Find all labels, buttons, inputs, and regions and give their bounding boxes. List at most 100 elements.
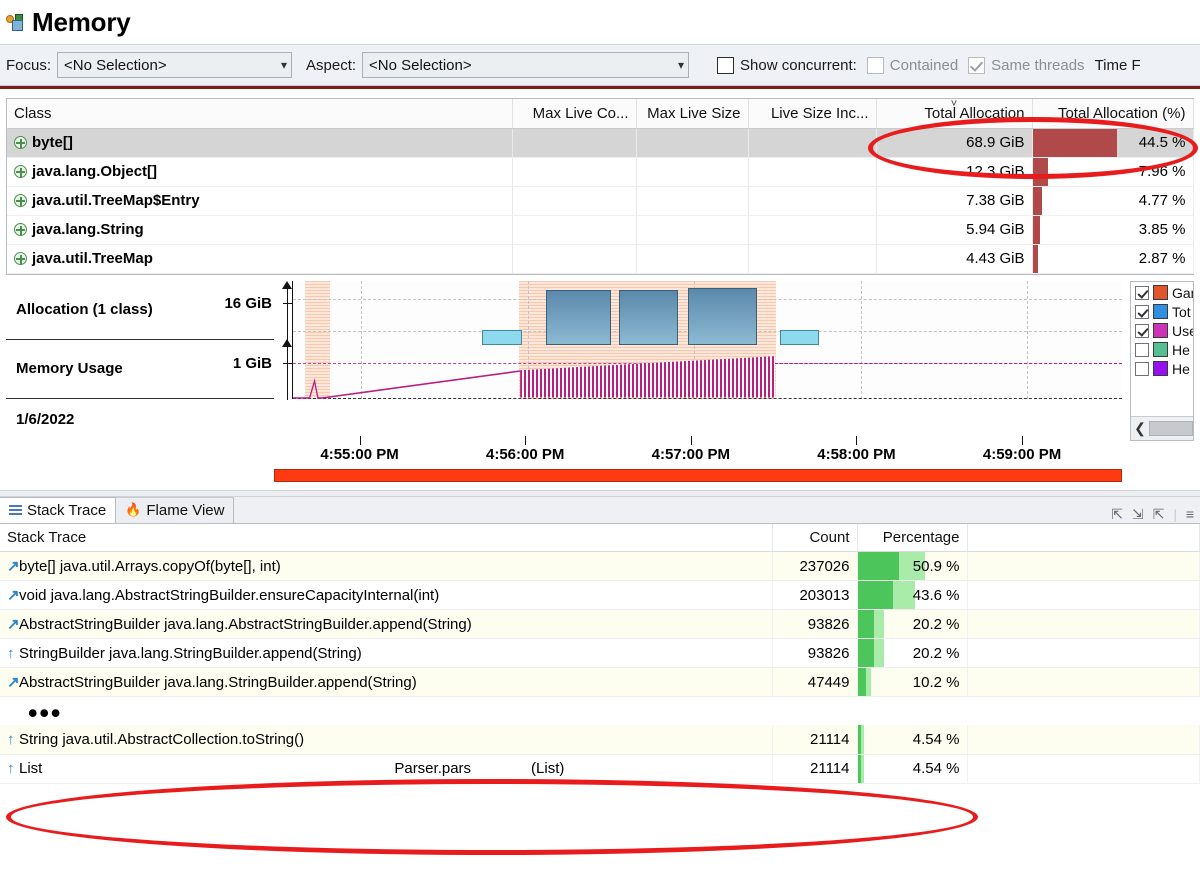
scroll-thumb[interactable] bbox=[1149, 420, 1193, 436]
tab-flame-view[interactable]: 🔥 Flame View bbox=[116, 496, 235, 523]
stack-trace-row[interactable]: ↑ String java.util.AbstractCollection.toS… bbox=[0, 725, 1200, 755]
cell-total-allocation-pct: 4.77 % bbox=[1032, 186, 1194, 216]
cell-max-live-size bbox=[636, 186, 749, 216]
focus-select[interactable]: <No Selection> ▾ bbox=[57, 52, 293, 78]
col-stack-trace[interactable]: Stack Trace bbox=[0, 523, 773, 552]
x-tick-label: 4:55:00 PM bbox=[320, 445, 399, 463]
legend-hscrollbar[interactable]: ❮ bbox=[1131, 415, 1193, 440]
cell-live-size-inc bbox=[748, 157, 877, 187]
tree-icon[interactable]: ≡ bbox=[1186, 506, 1194, 522]
lane-allocation-label: Allocation (1 class) bbox=[16, 301, 153, 318]
tab-stack-trace[interactable]: Stack Trace bbox=[0, 496, 117, 523]
stack-trace-row[interactable]: ↑ StringBuilder java.lang.StringBuilder.a… bbox=[0, 638, 1200, 668]
allocation-timeline: Allocation (1 class) Memory Usage 1/6/20… bbox=[6, 280, 1194, 441]
stack-trace-text-mid: Parser.pars bbox=[394, 760, 472, 777]
stack-trace-row[interactable]: ↑ List Parser.pars (List) 21114 4.54 % bbox=[0, 754, 1200, 784]
col-class[interactable]: Class bbox=[7, 99, 513, 129]
table-row[interactable]: java.util.TreeMap$Entry 7.38 GiB 4.77 % bbox=[7, 186, 1194, 216]
legend-item[interactable]: Use bbox=[1131, 320, 1193, 339]
stack-trace-row[interactable]: ↗byte[] java.util.Arrays.copyOf(byte[], … bbox=[0, 551, 1200, 581]
cell-count: 93826 bbox=[772, 609, 858, 639]
list-icon bbox=[9, 503, 22, 517]
legend-item[interactable]: Tot bbox=[1131, 301, 1193, 320]
stack-trace-row[interactable]: ↗AbstractStringBuilder java.lang.StringB… bbox=[0, 667, 1200, 697]
cell-class: java.util.TreeMap$Entry bbox=[7, 186, 513, 216]
legend-color-swatch bbox=[1153, 342, 1168, 357]
cell-total-allocation-pct: 44.5 % bbox=[1032, 128, 1194, 158]
legend-checkbox[interactable] bbox=[1135, 304, 1149, 319]
col-live-size-inc[interactable]: Live Size Inc... bbox=[748, 99, 877, 129]
legend-checkbox[interactable] bbox=[1135, 361, 1149, 376]
x-tick-mark bbox=[690, 435, 692, 445]
class-table-body: byte[] 68.9 GiB 44.5 % java.lang.Object[] 12… bbox=[7, 128, 1194, 274]
sort-indicator: ˅ bbox=[950, 99, 958, 110]
legend-checkbox[interactable] bbox=[1135, 323, 1149, 338]
stack-trace-table: Stack Trace Count Percentage ↗byte[] jav… bbox=[0, 523, 1200, 697]
show-concurrent-checkbox[interactable]: Show concurrent: bbox=[717, 56, 857, 74]
cell-total-allocation: 12.3 GiB bbox=[876, 157, 1033, 187]
cell-stack-trace: ↗AbstractStringBuilder java.lang.StringB… bbox=[0, 667, 773, 697]
table-row[interactable]: java.lang.Object[] 12.3 GiB 7.96 % bbox=[7, 157, 1194, 187]
contained-checkbox[interactable]: Contained bbox=[866, 56, 958, 74]
same-threads-label: Same threads bbox=[991, 56, 1085, 74]
col-total-allocation-label: Total Allocation bbox=[924, 104, 1025, 122]
chevron-down-icon: ▾ bbox=[280, 58, 288, 72]
x-tick-mark bbox=[1022, 435, 1024, 445]
col-max-live-count[interactable]: Max Live Co... bbox=[512, 99, 637, 129]
cell-count: 21114 bbox=[772, 725, 858, 755]
stack-trace-body: ↗byte[] java.util.Arrays.copyOf(byte[], … bbox=[0, 551, 1200, 697]
percentage-text: 20.2 % bbox=[912, 615, 960, 633]
filter-toolbar: Focus: <No Selection> ▾ Aspect: <No Sele… bbox=[0, 44, 1200, 86]
cell-max-live-count bbox=[512, 128, 637, 158]
chevron-down-icon: ▾ bbox=[678, 58, 685, 72]
legend-color-swatch bbox=[1153, 323, 1168, 338]
legend-item[interactable]: He bbox=[1131, 339, 1193, 358]
up-arrow-icon: ↑ bbox=[7, 760, 15, 777]
time-range-label: Time F bbox=[1094, 56, 1141, 74]
table-row[interactable]: java.lang.String 5.94 GiB 3.85 % bbox=[7, 215, 1194, 245]
aspect-select[interactable]: <No Selection> ▾ bbox=[362, 52, 690, 78]
panel-splitter[interactable] bbox=[0, 489, 1200, 497]
collapse-all-icon[interactable]: ⇱ bbox=[1153, 506, 1165, 523]
same-threads-checkbox[interactable]: Same threads bbox=[968, 56, 1085, 74]
expand-icon[interactable]: ⇲ bbox=[1132, 506, 1144, 523]
cell-spacer bbox=[967, 551, 1200, 581]
memory-plateau-dashed bbox=[775, 362, 1122, 364]
class-icon bbox=[14, 136, 27, 149]
legend-label: He bbox=[1172, 360, 1190, 377]
col-total-allocation-pct[interactable]: Total Allocation (%) bbox=[1032, 99, 1194, 129]
percentage-text: 10.2 % bbox=[912, 673, 960, 691]
legend-item[interactable]: Gar bbox=[1131, 282, 1193, 301]
cell-spacer bbox=[967, 638, 1200, 668]
stack-trace-header-row: Stack Trace Count Percentage bbox=[0, 523, 1200, 552]
legend-item[interactable]: He bbox=[1131, 358, 1193, 377]
timeline-range-bar[interactable] bbox=[274, 468, 1122, 482]
col-count[interactable]: Count bbox=[772, 523, 858, 552]
cell-stack-trace: ↗AbstractStringBuilder java.lang.Abstrac… bbox=[0, 609, 773, 639]
cell-stack-trace: ↑ String java.util.AbstractCollection.toS… bbox=[0, 725, 773, 755]
cell-max-live-size bbox=[636, 215, 749, 245]
chart-y-axis: 16 GiB 1 GiB bbox=[224, 280, 292, 441]
timeline-plot[interactable] bbox=[292, 280, 1122, 399]
chevron-left-icon[interactable]: ❮ bbox=[1131, 420, 1149, 437]
col-percentage[interactable]: Percentage bbox=[857, 523, 968, 552]
x-tick-label: 4:58:00 PM bbox=[817, 445, 896, 463]
col-total-allocation[interactable]: ˅ Total Allocation bbox=[876, 99, 1033, 129]
cell-max-live-size bbox=[636, 157, 749, 187]
timeline-date: 1/6/2022 bbox=[16, 411, 75, 428]
table-row[interactable]: byte[] 68.9 GiB 44.5 % bbox=[7, 128, 1194, 158]
stack-trace-row[interactable]: ↗void java.lang.AbstractStringBuilder.en… bbox=[0, 580, 1200, 610]
legend-checkbox[interactable] bbox=[1135, 342, 1149, 357]
cell-total-allocation: 68.9 GiB bbox=[876, 128, 1033, 158]
collapse-icon[interactable]: ⇱ bbox=[1111, 506, 1123, 523]
col-max-live-size[interactable]: Max Live Size bbox=[636, 99, 749, 129]
legend-checkbox[interactable] bbox=[1135, 285, 1149, 300]
cell-percentage: 10.2 % bbox=[857, 667, 968, 697]
stack-trace-row[interactable]: ↗AbstractStringBuilder java.lang.Abstrac… bbox=[0, 609, 1200, 639]
cell-total-allocation: 4.43 GiB bbox=[876, 244, 1033, 274]
truncation-ellipsis: ••• bbox=[28, 698, 63, 728]
chart-legend: Gar Tot Use He He ❮ bbox=[1130, 280, 1194, 441]
class-name: java.lang.String bbox=[32, 221, 144, 238]
focus-label: Focus: bbox=[6, 56, 52, 74]
table-row[interactable]: java.util.TreeMap 4.43 GiB 2.87 % bbox=[7, 244, 1194, 274]
